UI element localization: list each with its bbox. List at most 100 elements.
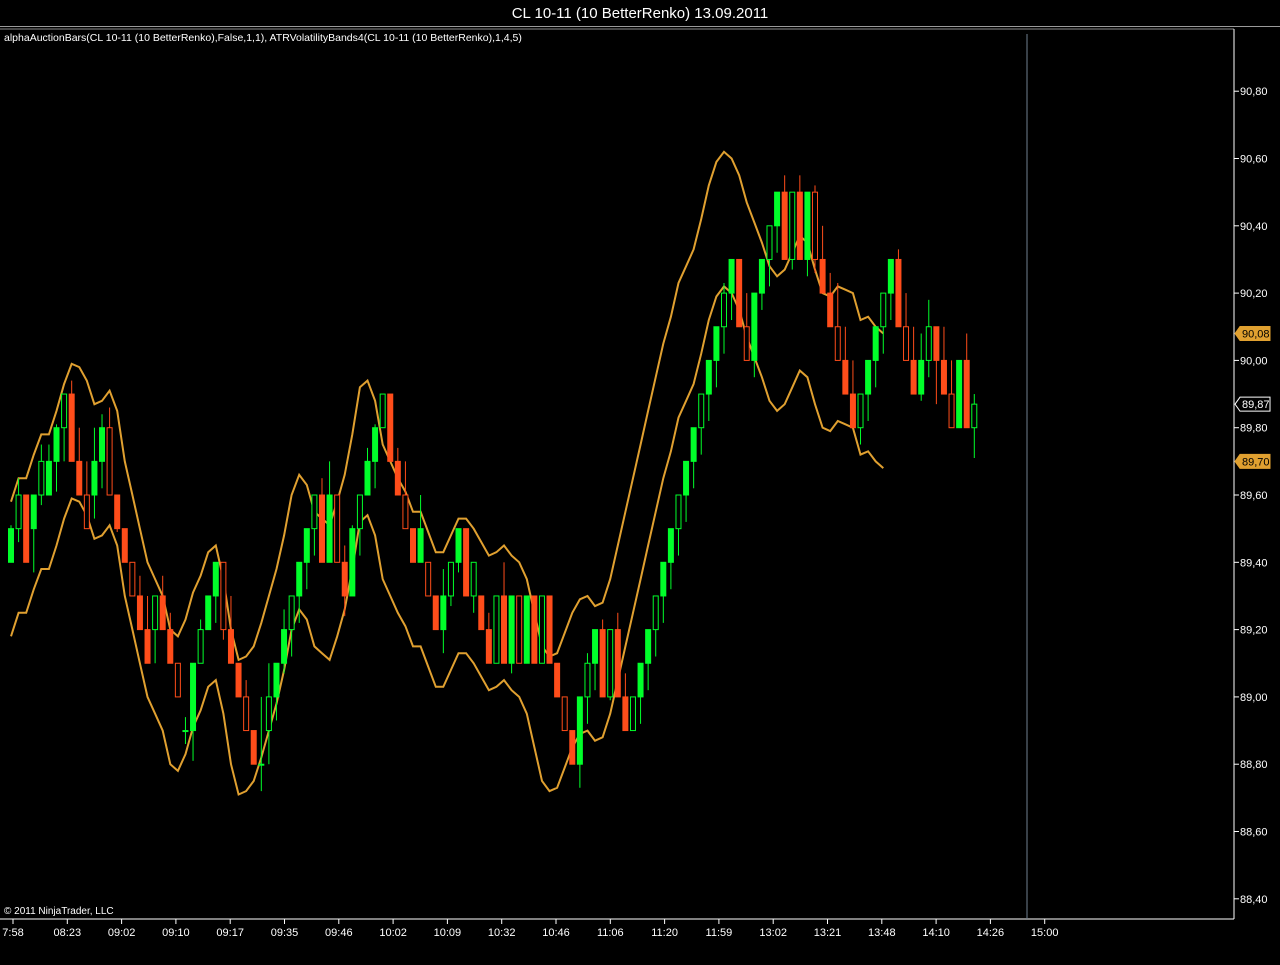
bar-body	[394, 460, 401, 496]
time-tick-label: 09:46	[325, 927, 353, 939]
bar-body	[834, 326, 841, 361]
price-marker-label: 89,70	[1242, 456, 1270, 468]
bar-body	[812, 191, 819, 260]
bar-body	[614, 629, 621, 698]
down-bar	[561, 696, 568, 732]
up-bar	[91, 427, 98, 519]
down-bar	[220, 561, 227, 640]
down-bar	[402, 461, 409, 530]
bar-body	[83, 494, 90, 530]
price-chart[interactable]: 90,80 90,60 90,40 90,20 90,00 89,80 89,60 89,40…	[0, 27, 1280, 965]
down-bar	[796, 175, 803, 260]
down-bar	[250, 730, 257, 765]
bar-body	[667, 528, 674, 563]
up-bar	[265, 663, 272, 765]
bar-body	[720, 292, 727, 328]
price-tick-label: 89,80	[1240, 423, 1268, 435]
up-bar	[8, 525, 14, 563]
up-bar	[258, 696, 265, 792]
down-bar	[516, 595, 523, 664]
bar-body	[402, 494, 409, 530]
indicator-label: alphaAuctionBars(CL 10-11 (10 BetterRenk…	[4, 32, 522, 44]
bar-body	[288, 595, 295, 631]
price-tick-label: 90,20	[1240, 288, 1268, 300]
up-bar	[99, 414, 106, 489]
bar-body	[607, 629, 614, 698]
bar-body	[303, 528, 310, 563]
down-bar	[121, 528, 128, 563]
bar-body	[895, 258, 902, 328]
bar-body	[53, 427, 60, 462]
bar-body	[910, 359, 917, 395]
up-bar	[705, 359, 712, 421]
bar-body	[576, 696, 583, 765]
bar-body	[599, 629, 606, 698]
down-bar	[910, 326, 917, 395]
bar-body	[842, 359, 849, 395]
bar-body	[68, 393, 75, 462]
up-bar	[804, 191, 811, 277]
bar-body	[971, 403, 978, 429]
bar-body	[675, 494, 682, 530]
up-bar	[584, 653, 591, 724]
bar-body	[554, 662, 561, 698]
down-bar	[531, 595, 538, 664]
bar-body	[326, 494, 333, 563]
down-bar	[849, 360, 856, 429]
down-bar	[410, 528, 417, 563]
price-marker: 90,08	[1234, 325, 1271, 341]
bar-body	[819, 258, 826, 294]
bar-body	[743, 326, 750, 361]
up-bar	[311, 494, 318, 556]
bar-body	[865, 359, 872, 395]
bar-body	[637, 662, 644, 698]
bar-body	[121, 528, 128, 563]
down-bar	[387, 393, 394, 462]
bar-body	[925, 326, 932, 361]
time-tick-label: 13:02	[759, 927, 787, 939]
time-tick-label: 09:17	[216, 927, 244, 939]
up-bar	[53, 424, 60, 492]
bar-body	[334, 494, 341, 563]
bar-body	[485, 629, 492, 664]
time-tick-label: 10:02	[379, 927, 407, 939]
down-bar	[903, 293, 910, 361]
down-bar	[827, 272, 834, 328]
bar-body	[713, 326, 720, 361]
price-tick-label: 90,00	[1240, 355, 1268, 367]
bar-body	[30, 494, 37, 530]
bar-body	[243, 696, 250, 732]
bar-body	[447, 561, 454, 597]
price-marker: 89,87	[1234, 396, 1271, 412]
bar-body	[751, 292, 758, 361]
time-tick-label: 14:26	[977, 927, 1005, 939]
price-marker: 89,70	[1234, 453, 1271, 469]
bar-body	[144, 629, 151, 664]
down-bar	[933, 326, 940, 405]
up-bar	[152, 595, 159, 664]
down-bar	[614, 612, 621, 698]
bar-body	[880, 292, 887, 328]
time-tick-label: 14:10	[922, 927, 950, 939]
down-bar	[963, 333, 970, 429]
up-bar	[728, 258, 735, 321]
upper-band-line	[10, 150, 884, 662]
time-tick-label: 09:35	[271, 927, 299, 939]
bar-body	[417, 528, 424, 563]
up-bar	[372, 424, 379, 489]
bar-body	[546, 595, 553, 664]
price-tick-label: 89,60	[1240, 490, 1268, 502]
up-bar	[493, 595, 500, 664]
down-bar	[736, 258, 743, 328]
down-bar	[341, 545, 348, 617]
up-bar	[45, 444, 52, 496]
down-bar	[485, 612, 492, 664]
up-bar	[690, 427, 697, 489]
bar-body	[212, 561, 219, 597]
bar-body	[76, 460, 83, 496]
bar-body	[531, 595, 538, 664]
bar-body	[432, 595, 439, 631]
down-bar	[23, 494, 30, 563]
time-tick-label: 10:32	[488, 927, 516, 939]
bar-body	[45, 460, 52, 496]
